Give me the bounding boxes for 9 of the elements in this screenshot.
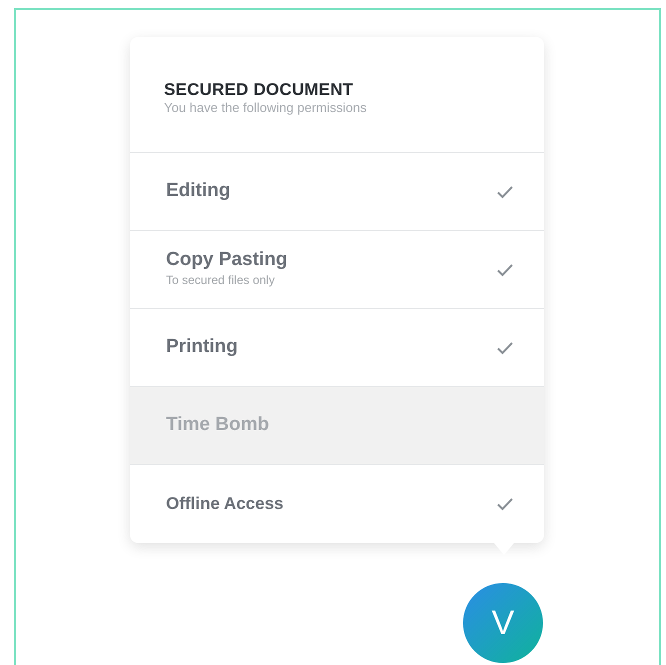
- permission-label: Offline Access: [166, 494, 284, 514]
- permission-label: Time Bomb: [166, 415, 270, 436]
- permission-note: To secured files only: [166, 272, 276, 289]
- permission-label: Copy Pasting: [166, 250, 288, 271]
- launcher-button[interactable]: V: [463, 583, 543, 663]
- permission-label: Printing: [166, 337, 238, 358]
- popover-title: SECURED DOCUMENT: [164, 81, 354, 100]
- permission-label: Editing: [166, 181, 230, 202]
- popover-subtitle: You have the following permissions: [164, 100, 368, 117]
